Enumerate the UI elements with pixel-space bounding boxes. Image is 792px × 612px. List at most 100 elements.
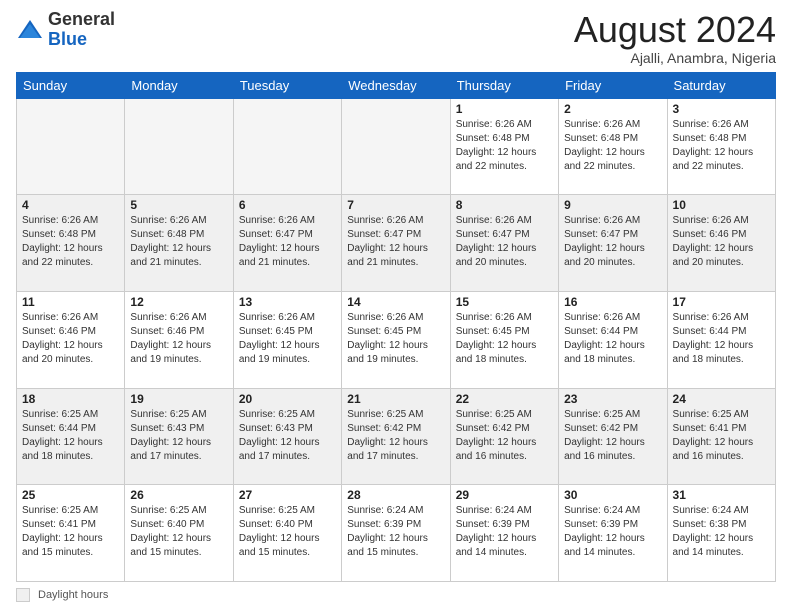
calendar-table: Sunday Monday Tuesday Wednesday Thursday… [16, 72, 776, 582]
table-row [17, 98, 125, 195]
logo-general: General [48, 9, 115, 29]
day-info: Sunrise: 6:26 AM Sunset: 6:48 PM Dayligh… [130, 214, 227, 270]
day-number: 16 [564, 295, 661, 309]
day-info: Sunrise: 6:24 AM Sunset: 6:39 PM Dayligh… [564, 504, 661, 560]
day-info: Sunrise: 6:26 AM Sunset: 6:47 PM Dayligh… [564, 214, 661, 270]
day-info: Sunrise: 6:26 AM Sunset: 6:48 PM Dayligh… [673, 118, 770, 174]
page: General Blue August 2024 Ajalli, Anambra… [0, 0, 792, 612]
day-number: 7 [347, 198, 444, 212]
day-info: Sunrise: 6:26 AM Sunset: 6:46 PM Dayligh… [130, 311, 227, 367]
table-row: 7 Sunrise: 6:26 AM Sunset: 6:47 PM Daylig… [342, 195, 450, 292]
day-info: Sunrise: 6:26 AM Sunset: 6:46 PM Dayligh… [22, 311, 119, 367]
logo-blue: Blue [48, 29, 87, 49]
table-row [342, 98, 450, 195]
calendar-week-row: 25Sunrise: 6:25 AM Sunset: 6:41 PM Dayli… [17, 485, 776, 582]
header: General Blue August 2024 Ajalli, Anambra… [16, 10, 776, 66]
calendar-week-row: 11 Sunrise: 6:26 AM Sunset: 6:46 PM Dayli… [17, 291, 776, 388]
table-row: 30 Sunrise: 6:24 AM Sunset: 6:39 PM Dayli… [559, 485, 667, 582]
day-number: 26 [130, 488, 227, 502]
logo-text: General Blue [48, 10, 115, 50]
table-row: 8 Sunrise: 6:26 AM Sunset: 6:47 PM Daylig… [450, 195, 558, 292]
table-row: 14Sunrise: 6:26 AM Sunset: 6:45 PM Dayli… [342, 291, 450, 388]
table-row: 21 Sunrise: 6:25 AM Sunset: 6:42 PM Dayli… [342, 388, 450, 485]
day-number: 14 [347, 295, 444, 309]
table-row: 18 Sunrise: 6:25 AM Sunset: 6:44 PM Dayli… [17, 388, 125, 485]
day-info: Sunrise: 6:26 AM Sunset: 6:47 PM Dayligh… [347, 214, 444, 270]
day-info: Sunrise: 6:25 AM Sunset: 6:43 PM Dayligh… [130, 408, 227, 464]
table-row: 25Sunrise: 6:25 AM Sunset: 6:41 PM Dayli… [17, 485, 125, 582]
table-row: 28 Sunrise: 6:24 AM Sunset: 6:39 PM Dayli… [342, 485, 450, 582]
day-number: 31 [673, 488, 770, 502]
day-info: Sunrise: 6:25 AM Sunset: 6:42 PM Dayligh… [564, 408, 661, 464]
day-number: 5 [130, 198, 227, 212]
table-row: 4Sunrise: 6:26 AM Sunset: 6:48 PM Daylig… [17, 195, 125, 292]
day-number: 19 [130, 392, 227, 406]
table-row: 23 Sunrise: 6:25 AM Sunset: 6:42 PM Dayli… [559, 388, 667, 485]
day-number: 24 [673, 392, 770, 406]
day-info: Sunrise: 6:24 AM Sunset: 6:39 PM Dayligh… [347, 504, 444, 560]
table-row: 10Sunrise: 6:26 AM Sunset: 6:46 PM Dayli… [667, 195, 775, 292]
day-number: 1 [456, 102, 553, 116]
day-number: 29 [456, 488, 553, 502]
table-row: 5 Sunrise: 6:26 AM Sunset: 6:48 PM Daylig… [125, 195, 233, 292]
day-number: 18 [22, 392, 119, 406]
logo-icon [16, 16, 44, 44]
day-number: 20 [239, 392, 336, 406]
footer: Daylight hours [16, 588, 776, 602]
day-info: Sunrise: 6:25 AM Sunset: 6:41 PM Dayligh… [22, 504, 119, 560]
location-subtitle: Ajalli, Anambra, Nigeria [574, 50, 776, 66]
day-number: 8 [456, 198, 553, 212]
day-number: 23 [564, 392, 661, 406]
col-monday: Monday [125, 72, 233, 98]
day-number: 4 [22, 198, 119, 212]
day-number: 12 [130, 295, 227, 309]
day-info: Sunrise: 6:25 AM Sunset: 6:44 PM Dayligh… [22, 408, 119, 464]
day-number: 6 [239, 198, 336, 212]
day-info: Sunrise: 6:26 AM Sunset: 6:47 PM Dayligh… [239, 214, 336, 270]
table-row [233, 98, 341, 195]
day-info: Sunrise: 6:25 AM Sunset: 6:42 PM Dayligh… [347, 408, 444, 464]
day-info: Sunrise: 6:26 AM Sunset: 6:46 PM Dayligh… [673, 214, 770, 270]
calendar-week-row: 1 Sunrise: 6:26 AM Sunset: 6:48 PM Daylig… [17, 98, 776, 195]
table-row: 20Sunrise: 6:25 AM Sunset: 6:43 PM Dayli… [233, 388, 341, 485]
table-row: 17Sunrise: 6:26 AM Sunset: 6:44 PM Dayli… [667, 291, 775, 388]
day-number: 13 [239, 295, 336, 309]
day-number: 11 [22, 295, 119, 309]
table-row: 16Sunrise: 6:26 AM Sunset: 6:44 PM Dayli… [559, 291, 667, 388]
day-number: 2 [564, 102, 661, 116]
table-row: 13 Sunrise: 6:26 AM Sunset: 6:45 PM Dayli… [233, 291, 341, 388]
day-number: 9 [564, 198, 661, 212]
day-number: 22 [456, 392, 553, 406]
col-saturday: Saturday [667, 72, 775, 98]
day-number: 30 [564, 488, 661, 502]
day-number: 3 [673, 102, 770, 116]
day-info: Sunrise: 6:25 AM Sunset: 6:41 PM Dayligh… [673, 408, 770, 464]
day-number: 21 [347, 392, 444, 406]
day-number: 15 [456, 295, 553, 309]
day-info: Sunrise: 6:24 AM Sunset: 6:38 PM Dayligh… [673, 504, 770, 560]
table-row: 15 Sunrise: 6:26 AM Sunset: 6:45 PM Dayli… [450, 291, 558, 388]
col-thursday: Thursday [450, 72, 558, 98]
table-row: 19 Sunrise: 6:25 AM Sunset: 6:43 PM Dayli… [125, 388, 233, 485]
day-info: Sunrise: 6:26 AM Sunset: 6:45 PM Dayligh… [239, 311, 336, 367]
month-title: August 2024 [574, 10, 776, 50]
day-number: 27 [239, 488, 336, 502]
calendar-week-row: 4 Sunrise: 6:26 AM Sunset: 6:48 PM Daylig… [17, 195, 776, 292]
table-row: 1 Sunrise: 6:26 AM Sunset: 6:48 PM Daylig… [450, 98, 558, 195]
day-number: 28 [347, 488, 444, 502]
table-row: 22Sunrise: 6:25 AM Sunset: 6:42 PM Dayli… [450, 388, 558, 485]
calendar-header-row: Sunday Monday Tuesday Wednesday Thursday… [17, 72, 776, 98]
day-info: Sunrise: 6:26 AM Sunset: 6:48 PM Dayligh… [456, 118, 553, 174]
logo: General Blue [16, 10, 115, 50]
table-row: 9 Sunrise: 6:26 AM Sunset: 6:47 PM Daylig… [559, 195, 667, 292]
title-block: August 2024 Ajalli, Anambra, Nigeria [574, 10, 776, 66]
table-row [125, 98, 233, 195]
col-sunday: Sunday [17, 72, 125, 98]
table-row: 29 Sunrise: 6:24 AM Sunset: 6:39 PM Dayli… [450, 485, 558, 582]
day-info: Sunrise: 6:24 AM Sunset: 6:39 PM Dayligh… [456, 504, 553, 560]
calendar-week-row: 18 Sunrise: 6:25 AM Sunset: 6:44 PM Dayli… [17, 388, 776, 485]
table-row: 24 Sunrise: 6:25 AM Sunset: 6:41 PM Dayli… [667, 388, 775, 485]
table-row: 26Sunrise: 6:25 AM Sunset: 6:40 PM Dayli… [125, 485, 233, 582]
day-info: Sunrise: 6:26 AM Sunset: 6:45 PM Dayligh… [456, 311, 553, 367]
day-info: Sunrise: 6:26 AM Sunset: 6:47 PM Dayligh… [456, 214, 553, 270]
